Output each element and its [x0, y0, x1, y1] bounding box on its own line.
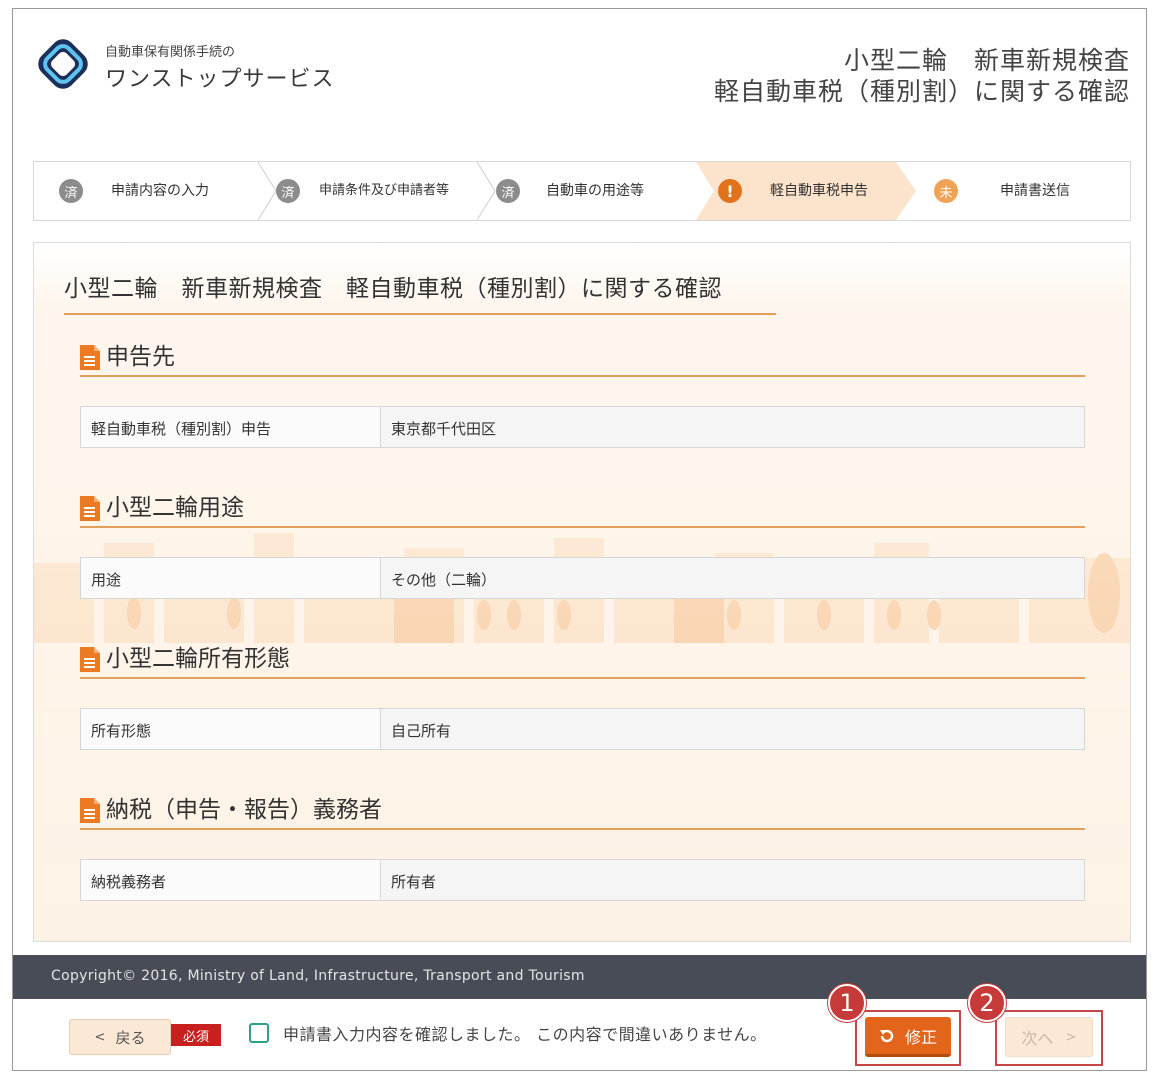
info-row: 用途 その他（二輪） [80, 557, 1085, 599]
section-heading: 納税（申告・報告）義務者 [106, 797, 382, 823]
row-key: 所有形態 [81, 709, 381, 749]
page-title-line1: 小型二輪 新車新規検査 [843, 46, 1130, 75]
step-label: 軽自動車税申告 [770, 183, 868, 199]
section-usage: 小型二輪用途 [80, 494, 1085, 528]
row-value: 東京都千代田区 [381, 407, 1084, 447]
step-label: 自動車の用途等 [546, 183, 644, 199]
step-done-badge: 済 [496, 179, 520, 203]
step-warning-badge: ! [718, 179, 742, 203]
required-badge: 必須 [171, 1024, 221, 1046]
highlight-box-fix [855, 1010, 961, 1066]
info-row: 納税義務者 所有者 [80, 859, 1085, 901]
panel-title: 小型二輪 新車新規検査 軽自動車税（種別割）に関する確認 [64, 269, 776, 315]
one-stop-logo-icon [38, 39, 88, 89]
step-usage: 済 自動車の用途等 [484, 162, 699, 220]
section-ownership: 小型二輪所有形態 [80, 645, 1085, 679]
brand-subtitle: 自動車保有関係手続の [105, 45, 236, 60]
row-key: 納税義務者 [81, 860, 381, 900]
brand-name: ワンストップサービス [105, 67, 335, 92]
back-button-label: 戻る [115, 1028, 146, 1047]
info-row: 軽自動車税（種別割）申告 東京都千代田区 [80, 406, 1085, 448]
section-taxpayer: 納税（申告・報告）義務者 [80, 796, 1085, 830]
section-heading: 小型二輪用途 [106, 495, 244, 521]
step-label: 申請条件及び申請者等 [318, 183, 449, 198]
step-conditions: 済 申請条件及び申請者等 [264, 162, 484, 220]
step-label: 申請書送信 [1000, 183, 1070, 199]
section-declaration-destination: 申告先 [80, 343, 1085, 377]
back-button[interactable]: < 戻る [69, 1019, 171, 1055]
app-window: 自動車保有関係手続の ワンストップサービス 小型二輪 新車新規検査 軽自動車税（… [12, 8, 1147, 1071]
chevron-left-icon: < [94, 1029, 106, 1045]
row-value: 所有者 [381, 860, 1084, 900]
document-icon [80, 345, 100, 370]
confirmation-panel: 小型二輪 新車新規検査 軽自動車税（種別割）に関する確認 申告先 軽自動車税（種… [33, 242, 1131, 942]
step-label: 申請内容の入力 [111, 183, 209, 199]
step-done-badge: 済 [276, 179, 300, 203]
confirm-checkbox-label[interactable]: 申請書入力内容を確認しました。 この内容で間違いありません。 [283, 1021, 767, 1045]
document-icon [80, 798, 100, 823]
confirm-checkbox[interactable] [249, 1023, 269, 1043]
step-tax-declaration: ! 軽自動車税申告 [696, 162, 916, 220]
row-key: 軽自動車税（種別割）申告 [81, 407, 381, 447]
progress-stepper: 済 申請内容の入力 済 申請条件及び申請者等 済 自動車の用途等 ! 軽自動車税… [33, 161, 1131, 221]
callout-number-1: 1 [828, 984, 866, 1022]
row-key: 用途 [81, 558, 381, 598]
callout-number-2: 2 [968, 984, 1006, 1022]
step-done-badge: 済 [59, 179, 83, 203]
section-heading: 小型二輪所有形態 [106, 646, 290, 672]
highlight-box-next [995, 1010, 1103, 1066]
document-icon [80, 496, 100, 521]
section-heading: 申告先 [106, 344, 175, 370]
info-row: 所有形態 自己所有 [80, 708, 1085, 750]
document-icon [80, 647, 100, 672]
step-submit: 未 申請書送信 [916, 162, 1130, 220]
step-input: 済 申請内容の入力 [34, 162, 264, 220]
row-value: 自己所有 [381, 709, 1084, 749]
step-todo-badge: 未 [934, 179, 958, 203]
page-title-line2: 軽自動車税（種別割）に関する確認 [713, 77, 1130, 106]
row-value: その他（二輪） [381, 558, 1084, 598]
page-title: 小型二輪 新車新規検査 軽自動車税（種別割）に関する確認 [714, 45, 1130, 107]
